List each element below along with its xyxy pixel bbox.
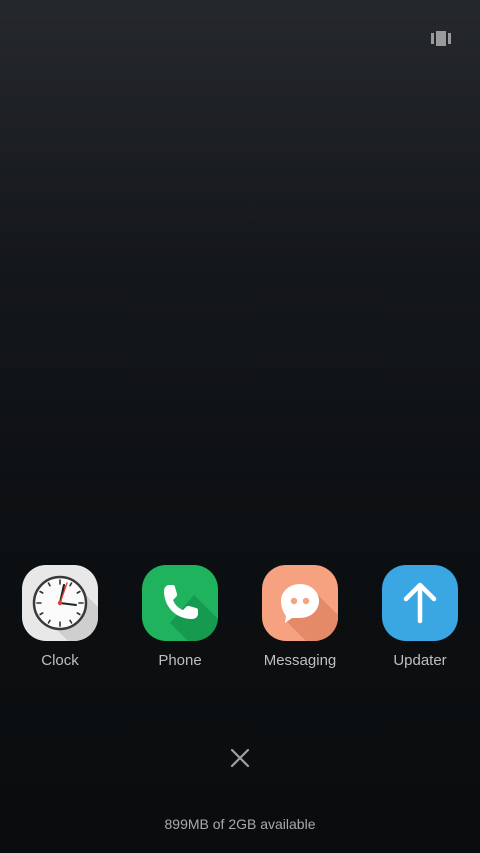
phone-icon <box>142 565 218 641</box>
clock-icon <box>22 565 98 641</box>
app-label-messaging: Messaging <box>263 652 337 669</box>
app-updater[interactable]: Updater <box>360 565 480 675</box>
memory-status: 899MB of 2GB available <box>164 816 316 832</box>
recent-apps-row: Clock Phone Messaging Updater <box>0 565 480 675</box>
app-clock[interactable]: Clock <box>0 565 120 675</box>
app-label-clock: Clock <box>41 652 79 669</box>
app-phone[interactable]: Phone <box>120 565 240 675</box>
chat-bubble-icon <box>262 565 338 641</box>
app-label-phone: Phone <box>158 652 202 669</box>
arrow-up-icon <box>382 565 458 641</box>
cards-view-icon[interactable] <box>431 31 451 46</box>
app-messaging[interactable]: Messaging <box>240 565 360 675</box>
close-icon <box>226 748 254 776</box>
app-label-updater: Updater <box>393 652 447 669</box>
close-all-button[interactable] <box>226 744 254 772</box>
